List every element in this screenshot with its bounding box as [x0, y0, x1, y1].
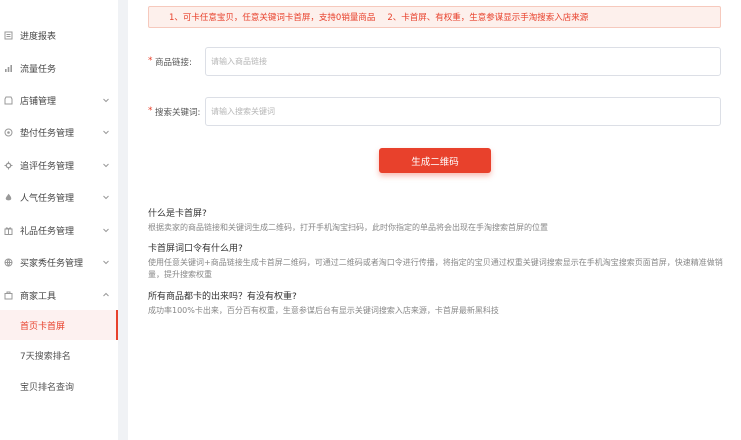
- faq-answer: 成功率100%卡出来，百分百有权重，生意参谋后台有显示关键词搜索入店来源，卡首屏…: [148, 306, 499, 315]
- notice-text-1: 1、可卡任意宝贝，任意关键词卡首屏，支持0销量商品: [169, 13, 376, 23]
- faq-answer: 根据卖家的商品链接和关键词生成二维码，打开手机淘宝扫码，此时你指定的单品将会出现…: [148, 223, 548, 232]
- sidebar-item-review-task[interactable]: 追评任务管理: [0, 151, 118, 179]
- sidebar-item-label: 垫付任务管理: [20, 128, 75, 139]
- sidebar-item-label: 进度报表: [20, 31, 57, 42]
- notice-banner: 1、可卡任意宝贝，任意关键词卡首屏，支持0销量商品 2、卡首屏、有权重，生意参谋…: [148, 6, 721, 28]
- sidebar-item-label: 流量任务: [20, 64, 57, 75]
- search-keyword-input[interactable]: [205, 97, 721, 126]
- sidebar-item-label: 人气任务管理: [20, 193, 75, 204]
- gift-icon: [4, 226, 13, 235]
- tools-icon: [4, 291, 13, 300]
- product-link-label: 商品链接:: [155, 58, 192, 68]
- chevron-down-icon: [102, 258, 110, 266]
- sidebar-item-label: 追评任务管理: [20, 161, 75, 172]
- report-icon: [4, 31, 13, 40]
- chevron-down-icon: [102, 96, 110, 104]
- faq-item: 所有商品都卡的出来吗？有没有权重? 成功率100%卡出来，百分百有权重，生意参谋…: [148, 289, 728, 317]
- sidebar-item-progress-report[interactable]: 进度报表: [0, 21, 118, 49]
- faq-question: 所有商品都卡的出来吗？有没有权重?: [148, 292, 297, 302]
- required-mark: *: [148, 106, 153, 116]
- sidebar-subitem-product-rank-query[interactable]: 宝贝排名查询: [0, 371, 118, 401]
- sidebar-item-gift-task[interactable]: 礼品任务管理: [0, 216, 118, 244]
- sidebar-item-label: 买家秀任务管理: [20, 258, 84, 269]
- sidebar-item-merchant-tools[interactable]: 商家工具: [0, 281, 118, 309]
- sidebar-item-store-management[interactable]: 店铺管理: [0, 86, 118, 114]
- notice-text-2: 2、卡首屏、有权重，生意参谋显示手淘搜索入店来源: [387, 13, 589, 23]
- generate-qrcode-button[interactable]: 生成二维码: [379, 148, 491, 173]
- globe-icon: [4, 258, 13, 267]
- main-content: 1、可卡任意宝贝，任意关键词卡首屏，支持0销量商品 2、卡首屏、有权重，生意参谋…: [128, 0, 741, 440]
- product-link-input[interactable]: [205, 47, 721, 76]
- sidebar-subitem-label: 宝贝排名查询: [20, 382, 75, 393]
- chevron-down-icon: [102, 128, 110, 136]
- sidebar-item-label: 店铺管理: [20, 96, 57, 107]
- box-icon: [4, 128, 13, 137]
- sidebar-item-traffic-task[interactable]: 流量任务: [0, 54, 118, 82]
- sidebar-subitem-label: 7天搜索排名: [20, 351, 71, 362]
- search-keyword-row: * 搜索关键词:: [148, 97, 721, 127]
- faq-item: 什么是卡首屏? 根据卖家的商品链接和关键词生成二维码，打开手机淘宝扫码，此时你指…: [148, 206, 728, 234]
- sidebar-subitem-homepage-first-screen[interactable]: 首页卡首屏: [0, 310, 118, 340]
- sidebar-item-label: 礼品任务管理: [20, 226, 75, 237]
- product-link-row: * 商品链接:: [148, 47, 721, 77]
- sidebar-item-popularity-task[interactable]: 人气任务管理: [0, 183, 118, 211]
- store-icon: [4, 96, 13, 105]
- sidebar-item-buyer-show-task[interactable]: 买家秀任务管理: [0, 248, 118, 276]
- chevron-down-icon: [102, 226, 110, 234]
- faq-answer: 使用任意关键词+商品链接生成卡首屏二维码，可通过二维码或者淘口令进行传播，将指定…: [148, 258, 723, 279]
- chevron-up-icon: [102, 291, 110, 299]
- chevron-down-icon: [102, 193, 110, 201]
- faq-question: 什么是卡首屏?: [148, 209, 207, 219]
- sidebar-subitem-7day-search-rank[interactable]: 7天搜索排名: [0, 340, 118, 370]
- flame-icon: [4, 193, 13, 202]
- sidebar-item-advance-task[interactable]: 垫付任务管理: [0, 118, 118, 146]
- sidebar-subitem-label: 首页卡首屏: [20, 321, 66, 332]
- faq-item: 卡首屏词口令有什么用? 使用任意关键词+商品链接生成卡首屏二维码，可通过二维码或…: [148, 241, 728, 281]
- faq-question: 卡首屏词口令有什么用?: [148, 244, 243, 254]
- required-mark: *: [148, 56, 153, 66]
- chart-icon: [4, 64, 13, 73]
- sidebar: 进度报表 流量任务 店铺管理 垫付任务管理 追评任务管理 人气任务管理 礼品任务…: [0, 0, 118, 440]
- chevron-down-icon: [102, 161, 110, 169]
- sidebar-item-label: 商家工具: [20, 291, 57, 302]
- search-keyword-label: 搜索关键词:: [155, 108, 201, 118]
- gear-icon: [4, 161, 13, 170]
